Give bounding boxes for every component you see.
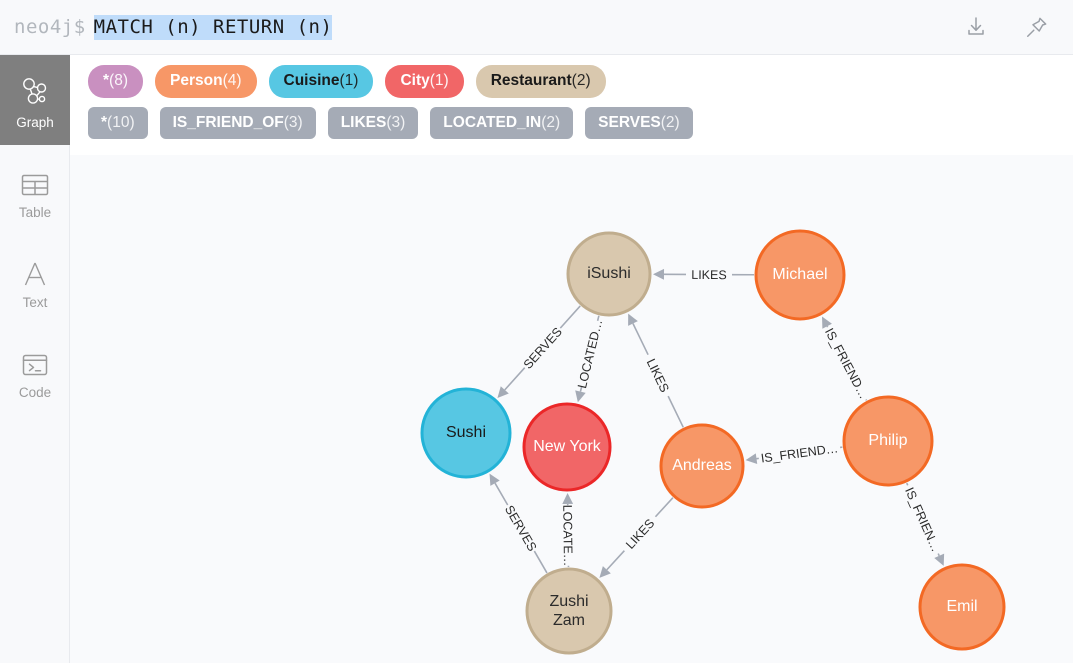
sidebar-item-graph-label: Graph [16, 114, 54, 130]
relationship-label: LIKES [623, 516, 657, 552]
graph-node[interactable]: Philip [842, 395, 934, 487]
graph-node[interactable]: New York [522, 402, 612, 492]
node-circle[interactable] [566, 231, 652, 317]
neo4j-browser-result-frame: neo4j$ MATCH (n) RETURN (n) Graph Table … [0, 0, 1073, 663]
node-circle[interactable] [420, 387, 512, 479]
legend-chip-label: LOCATED_IN [443, 113, 542, 131]
legend-chip-count: (4) [222, 72, 242, 89]
legend-rel-chip[interactable]: LOCATED_IN (2) [430, 106, 574, 139]
legend-chip-count: (2) [660, 113, 680, 131]
node-circle[interactable] [918, 563, 1006, 651]
legend-rel-chip[interactable]: IS_FRIEND_OF (3) [159, 106, 316, 139]
legend-chip-label: Person [170, 72, 223, 89]
graph-relationship[interactable]: LIKES [599, 497, 674, 578]
legend-node-row: * (8) Person (4) Cuisine (1) City (1) Restaurant… [88, 65, 1073, 98]
graph-node[interactable]: Emil [918, 563, 1006, 651]
table-icon [19, 161, 51, 199]
query-actions [961, 0, 1073, 54]
relationship-label: LIKES [644, 357, 672, 395]
legend-node-chip[interactable]: Person (4) [155, 65, 257, 98]
relationship-arrowhead [575, 390, 586, 403]
legend-chip-count: (2) [571, 72, 591, 89]
relationship-arrowhead [562, 492, 574, 505]
node-circle[interactable] [525, 567, 613, 655]
graph-node[interactable]: Sushi [420, 387, 512, 479]
legend-chip-count: (8) [109, 72, 128, 89]
graph-relationship[interactable]: IS_FRIEND… [822, 316, 871, 402]
graph-visualization[interactable]: LIKES SERVES LOCATED… LIKES IS_FRIEND… IS_FRI… [70, 155, 1073, 663]
legend: * (8) Person (4) Cuisine (1) City (1) Restaurant… [70, 55, 1073, 155]
legend-node-chip[interactable]: Restaurant (2) [475, 65, 606, 98]
query-bar: neo4j$ MATCH (n) RETURN (n) [0, 0, 1073, 55]
relationship-label: SERVES [521, 325, 565, 372]
legend-rel-chip[interactable]: SERVES (2) [585, 106, 693, 139]
code-icon [19, 341, 51, 379]
sidebar-item-graph[interactable]: Graph [0, 55, 70, 145]
graph-relationship[interactable]: LOCATED… [575, 315, 605, 403]
relationship-label: SERVES [502, 503, 539, 554]
sidebar-item-code[interactable]: Code [0, 325, 70, 415]
legend-chip-count: (1) [339, 72, 359, 89]
download-icon[interactable] [961, 12, 991, 42]
relationship-label: LOCATE… [560, 505, 575, 567]
node-circle[interactable] [522, 402, 612, 492]
legend-chip-label: Restaurant [490, 72, 572, 89]
graph-node[interactable]: Andreas [659, 423, 745, 509]
legend-rel-chip[interactable]: LIKES (3) [327, 106, 419, 139]
sidebar-item-text-label: Text [22, 294, 48, 310]
view-mode-sidebar: Graph Table Text Code [0, 55, 70, 663]
node-circle[interactable] [842, 395, 934, 487]
relationship-arrowhead [652, 268, 665, 280]
legend-chip-label: City [400, 72, 430, 89]
node-circle[interactable] [754, 229, 846, 321]
graph-relationship[interactable]: IS_FRIEN… [902, 482, 945, 566]
pin-icon[interactable] [1021, 12, 1051, 42]
node-circle[interactable] [659, 423, 745, 509]
legend-chip-label: IS_FRIEND_OF [172, 113, 284, 131]
graph-icon [18, 71, 52, 109]
legend-chip-count: (3) [386, 113, 406, 131]
relationship-label: IS_FRIEN… [902, 485, 943, 554]
graph-node[interactable]: ZushiZam [525, 567, 613, 655]
graph-relationship[interactable]: LIKES [652, 268, 755, 282]
relationship-label: LIKES [691, 268, 727, 282]
graph-relationship[interactable]: LIKES [628, 313, 684, 428]
legend-chip-count: (1) [429, 72, 449, 89]
nodes-layer: iSushi Michael SushiNew York Andreas Philip Z… [420, 229, 1006, 655]
query-prompt: neo4j$ [14, 16, 86, 38]
legend-chip-count: (3) [283, 113, 303, 131]
sidebar-item-table-label: Table [18, 204, 52, 220]
text-icon [19, 251, 51, 289]
legend-node-chip[interactable]: * (8) [88, 65, 143, 98]
sidebar-item-text[interactable]: Text [0, 235, 70, 325]
sidebar-item-code-label: Code [18, 384, 52, 400]
sidebar-item-table[interactable]: Table [0, 145, 70, 235]
legend-chip-label: SERVES [598, 113, 661, 131]
graph-relationship[interactable]: SERVES [489, 473, 548, 574]
graph-relationship[interactable]: SERVES [497, 305, 581, 399]
graph-node[interactable]: Michael [754, 229, 846, 321]
legend-node-chip[interactable]: City (1) [385, 65, 464, 98]
legend-chip-label: LIKES [340, 113, 387, 131]
relationship-label: IS_FRIEND… [760, 441, 839, 465]
graph-relationship[interactable]: LOCATE… [560, 492, 575, 568]
legend-rel-chip[interactable]: * (10) [88, 106, 148, 139]
relationship-arrowhead [745, 453, 758, 465]
legend-chip-label: Cuisine [283, 72, 340, 89]
relationship-label: IS_FRIEND… [822, 326, 871, 401]
graph-relationship[interactable]: IS_FRIEND… [745, 441, 843, 466]
graph-node[interactable]: iSushi [566, 231, 652, 317]
relationship-label: LOCATED… [575, 318, 605, 390]
legend-chip-count: (2) [541, 113, 561, 131]
graph-canvas[interactable]: LIKES SERVES LOCATED… LIKES IS_FRIEND… IS_FRI… [70, 155, 1073, 663]
legend-chip-count: (10) [107, 113, 135, 131]
legend-rel-row: * (10) IS_FRIEND_OF (3) LIKES (3) LOCATED_IN (2… [88, 106, 1073, 139]
query-text[interactable]: MATCH (n) RETURN (n) [93, 14, 333, 40]
legend-node-chip[interactable]: Cuisine (1) [268, 65, 374, 98]
